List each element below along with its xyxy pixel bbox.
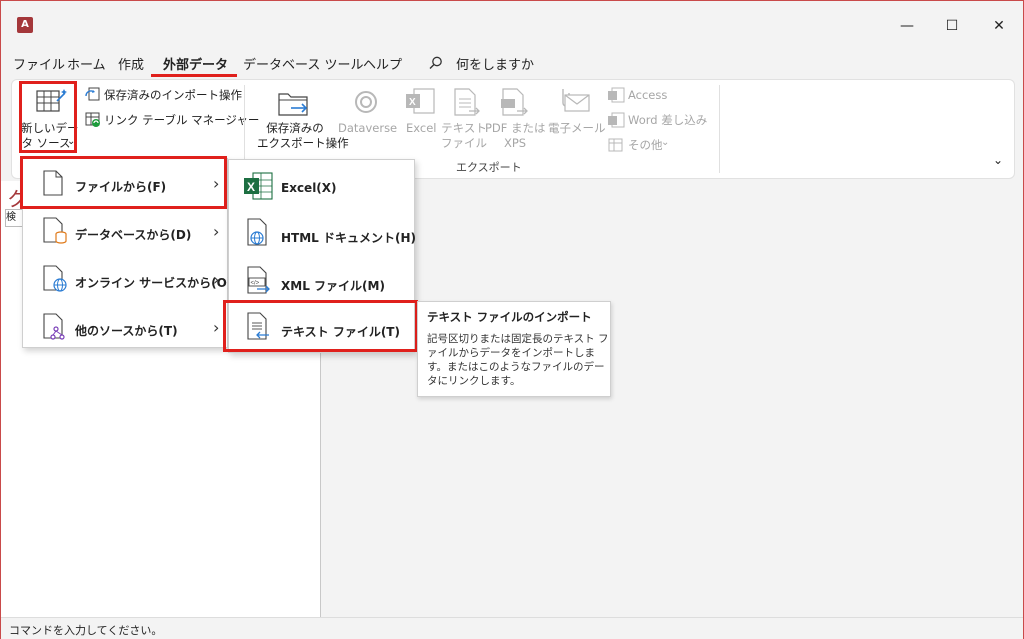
more-chevron-icon: ⌄	[661, 137, 670, 148]
text-file-export-icon	[454, 88, 480, 116]
menu-item-html-document[interactable]: HTML ドキュメント(H)	[229, 212, 417, 258]
menu-label-html-document: HTML ドキュメント(H)	[281, 231, 417, 245]
export-dataverse-button[interactable]: Dataverse	[338, 121, 397, 136]
ribbon-separator	[719, 85, 720, 173]
tab-help[interactable]: ヘルプ	[363, 54, 402, 73]
xml-file-icon: </>	[247, 266, 270, 294]
export-word-merge-button[interactable]: Word 差し込み	[628, 113, 707, 128]
saved-imports-button[interactable]: 保存済みのインポート操作	[104, 88, 242, 103]
tooltip-body: 記号区切りまたは固定長のテキスト ファイルからデータをインポートします。またはこ…	[427, 333, 609, 387]
excel-icon: X	[244, 172, 273, 200]
menu-label-excel: Excel(X)	[281, 181, 337, 195]
access-app-icon: A	[17, 17, 33, 33]
menu-item-from-database[interactable]: データベースから(D) ›	[23, 209, 227, 255]
menu-label-from-online-service: オンライン サービスから(O)	[75, 276, 233, 290]
html-document-icon	[247, 218, 267, 246]
saved-exports-label-2[interactable]: エクスポート操作	[257, 136, 349, 151]
linked-table-manager-button[interactable]: リンク テーブル マネージャー	[104, 113, 259, 128]
text-file-import-tooltip: テキスト ファイルのインポート 記号区切りまたは固定長のテキスト ファイルからデ…	[417, 301, 611, 397]
minimize-button[interactable]: —	[889, 13, 925, 39]
status-text: コマンドを入力してください。	[9, 624, 163, 637]
linked-table-manager-icon	[85, 112, 100, 127]
more-table-icon	[608, 138, 623, 152]
email-icon	[562, 89, 590, 112]
database-icon	[43, 217, 67, 244]
export-pdf-xps-label-2[interactable]: XPS	[485, 136, 545, 151]
export-more-button[interactable]: その他	[628, 138, 663, 153]
status-bar: コマンドを入力してください。	[1, 617, 1023, 639]
export-email-button[interactable]: 電子メール	[548, 121, 606, 136]
submenu-arrow-icon: ›	[213, 318, 220, 337]
tab-external-data[interactable]: 外部データ	[163, 54, 228, 73]
search-icon[interactable]	[429, 56, 443, 70]
text-file-highlight	[223, 300, 418, 352]
other-sources-icon	[43, 313, 65, 340]
tab-database-tools[interactable]: データベース ツール	[243, 54, 363, 73]
navigation-search-input[interactable]: 検索	[5, 209, 23, 227]
saved-exports-label-1[interactable]: 保存済みの	[257, 121, 333, 136]
active-tab-indicator	[151, 74, 237, 77]
svg-text:X: X	[409, 97, 416, 108]
tooltip-title: テキスト ファイルのインポート	[427, 310, 592, 324]
submenu-arrow-icon: ›	[213, 222, 220, 241]
menu-label-from-other-sources: 他のソースから(T)	[75, 324, 178, 338]
export-group-label: エクスポート	[456, 161, 522, 174]
title-bar: A — ☐ ✕	[1, 1, 1023, 47]
online-service-icon	[43, 265, 67, 292]
tab-create[interactable]: 作成	[118, 54, 144, 73]
submenu-arrow-icon: ›	[213, 270, 220, 289]
close-button[interactable]: ✕	[981, 13, 1017, 39]
export-access-button[interactable]: Access	[628, 88, 667, 103]
ribbon-tabs: ファイル ホーム 作成 外部データ データベース ツール ヘルプ 何をしますか	[1, 49, 1023, 77]
menu-label-from-database: データベースから(D)	[75, 228, 192, 242]
dataverse-icon	[355, 91, 377, 113]
export-text-file-label-1[interactable]: テキスト	[441, 121, 487, 136]
new-data-source-button[interactable]	[19, 81, 77, 153]
menu-label-xml-file: XML ファイル(M)	[281, 279, 385, 293]
excel-export-icon: X	[406, 88, 435, 114]
from-file-highlight	[20, 156, 227, 209]
pdf-xps-icon	[501, 88, 528, 116]
svg-text:</>: </>	[251, 281, 260, 287]
collapse-ribbon-icon[interactable]: ⌄	[993, 153, 1003, 168]
saved-exports-icon	[278, 93, 308, 116]
menu-item-from-other-sources[interactable]: 他のソースから(T) ›	[23, 305, 227, 351]
export-text-file-label-2[interactable]: ファイル	[441, 136, 487, 151]
menu-item-from-online-service[interactable]: オンライン サービスから(O) ›	[23, 257, 232, 303]
menu-item-excel[interactable]: X Excel(X)	[229, 164, 414, 210]
saved-imports-icon	[85, 87, 100, 101]
access-window: A — ☐ ✕ ファイル ホーム 作成 外部データ データベース ツール ヘルプ…	[0, 0, 1024, 639]
word-merge-icon	[608, 112, 625, 128]
maximize-button[interactable]: ☐	[934, 13, 970, 39]
export-pdf-xps-label-1[interactable]: PDF または	[485, 121, 546, 136]
svg-text:X: X	[247, 180, 255, 194]
export-excel-button[interactable]: Excel	[406, 121, 436, 136]
tab-file[interactable]: ファイル	[13, 54, 65, 73]
tell-me-search[interactable]: 何をしますか	[456, 54, 534, 73]
tab-home[interactable]: ホーム	[67, 54, 106, 73]
access-export-icon	[608, 87, 625, 103]
